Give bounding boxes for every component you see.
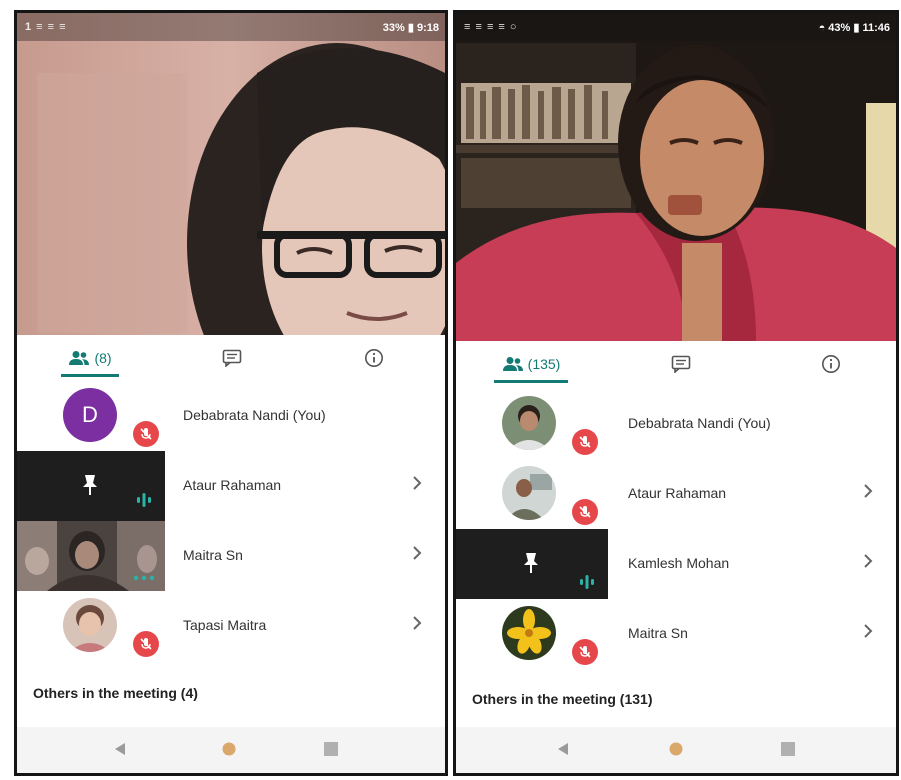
others-in-meeting-label[interactable]: Others in the meeting (131) <box>472 691 652 707</box>
status-left: ≡ ≡ ≡ ≡ ○ <box>464 21 518 33</box>
tab-people[interactable]: (8) <box>61 335 119 381</box>
phone-screen-right: ≡ ≡ ≡ ≡ ○ ◓ 43% ▮ 11:46 (135) Debabrata … <box>453 10 899 776</box>
back-icon[interactable] <box>556 741 570 757</box>
avatar <box>502 466 556 520</box>
chevron-right-icon <box>413 616 422 630</box>
tab-bar: (8) <box>17 335 445 381</box>
participant-name: Ataur Rahaman <box>183 477 282 493</box>
pin-icon <box>524 553 538 573</box>
participant-name: Ataur Rahaman <box>628 485 727 501</box>
chevron-right-icon <box>413 546 422 560</box>
audio-bars-icon <box>137 493 151 507</box>
chevron-right-icon <box>864 554 873 568</box>
avatar <box>502 606 556 660</box>
mic-off-icon <box>572 429 598 455</box>
participant-video-tile <box>17 521 165 591</box>
participant-name: Maitra Sn <box>183 547 243 563</box>
back-icon[interactable] <box>113 741 127 757</box>
tab-people[interactable]: (135) <box>494 341 568 387</box>
phone-screen-left: 1 ≡ ≡ ≡ 33% ▮ 9:18 (8) D Debabrata Nandi… <box>14 10 448 776</box>
people-count: (135) <box>527 356 561 372</box>
chevron-right-icon <box>864 484 873 498</box>
participant-row[interactable]: Kamlesh Mohan <box>456 529 896 599</box>
participant-list: D Debabrata Nandi (You) Ataur Rahaman Ma… <box>17 381 445 661</box>
main-video-feed[interactable]: ≡ ≡ ≡ ≡ ○ ◓ 43% ▮ 11:46 <box>456 13 896 341</box>
android-nav-bar <box>456 727 896 773</box>
recents-icon[interactable] <box>323 741 339 757</box>
status-left: 1 ≡ ≡ ≡ <box>25 21 67 33</box>
active-tab-indicator <box>494 380 568 383</box>
android-nav-bar <box>17 727 445 773</box>
tab-info[interactable] <box>359 335 389 381</box>
tab-info[interactable] <box>816 341 846 387</box>
people-icon <box>502 357 523 371</box>
active-tab-indicator <box>61 374 119 377</box>
chevron-right-icon <box>864 624 873 638</box>
audio-bars-icon <box>580 575 594 589</box>
avatar <box>502 396 556 450</box>
participant-row[interactable]: D Debabrata Nandi (You) <box>17 381 445 451</box>
participant-row[interactable]: Debabrata Nandi (You) <box>456 389 896 459</box>
others-in-meeting-label[interactable]: Others in the meeting (4) <box>33 685 198 701</box>
participant-name: Debabrata Nandi (You) <box>183 407 326 423</box>
participant-row[interactable]: Tapasi Maitra <box>17 591 445 661</box>
status-bar: 1 ≡ ≡ ≡ 33% ▮ 9:18 <box>17 13 445 41</box>
people-count: (8) <box>94 350 112 366</box>
chat-icon <box>671 355 691 373</box>
participant-name: Debabrata Nandi (You) <box>628 415 771 431</box>
recents-icon[interactable] <box>780 741 796 757</box>
avatar <box>63 598 117 652</box>
tab-bar: (135) <box>456 341 896 387</box>
info-icon <box>822 355 840 373</box>
status-bar: ≡ ≡ ≡ ≡ ○ ◓ 43% ▮ 11:46 <box>456 13 896 41</box>
participant-row[interactable]: Ataur Rahaman <box>17 451 445 521</box>
participant-row[interactable]: Maitra Sn <box>456 599 896 669</box>
people-icon <box>69 351 90 365</box>
avatar-letter: D <box>82 402 98 427</box>
participant-row[interactable]: Maitra Sn <box>17 521 445 591</box>
participant-name: Tapasi Maitra <box>183 617 267 633</box>
avatar: D <box>63 388 117 442</box>
home-icon[interactable] <box>221 741 237 757</box>
info-icon <box>365 349 383 367</box>
chat-icon <box>222 349 242 367</box>
participant-list: Debabrata Nandi (You) Ataur Rahaman Kaml… <box>456 389 896 669</box>
mic-off-icon <box>572 499 598 525</box>
participant-name: Kamlesh Mohan <box>628 555 730 571</box>
participant-name: Maitra Sn <box>628 625 688 641</box>
tab-chat[interactable] <box>217 335 247 381</box>
tab-chat[interactable] <box>666 341 696 387</box>
status-right: ◓ 43% ▮ 11:46 <box>818 22 890 34</box>
participant-video-tile <box>17 451 165 521</box>
chevron-right-icon <box>413 476 422 490</box>
more-dots-icon <box>133 575 155 581</box>
mic-off-icon <box>572 639 598 665</box>
home-icon[interactable] <box>668 741 684 757</box>
mic-off-icon <box>133 631 159 657</box>
pin-icon <box>83 475 97 495</box>
status-right: 33% ▮ 9:18 <box>382 22 439 34</box>
main-video-feed[interactable]: 1 ≡ ≡ ≡ 33% ▮ 9:18 <box>17 13 445 335</box>
participant-row[interactable]: Ataur Rahaman <box>456 459 896 529</box>
participant-video-tile <box>456 529 608 599</box>
mic-off-icon <box>133 421 159 447</box>
